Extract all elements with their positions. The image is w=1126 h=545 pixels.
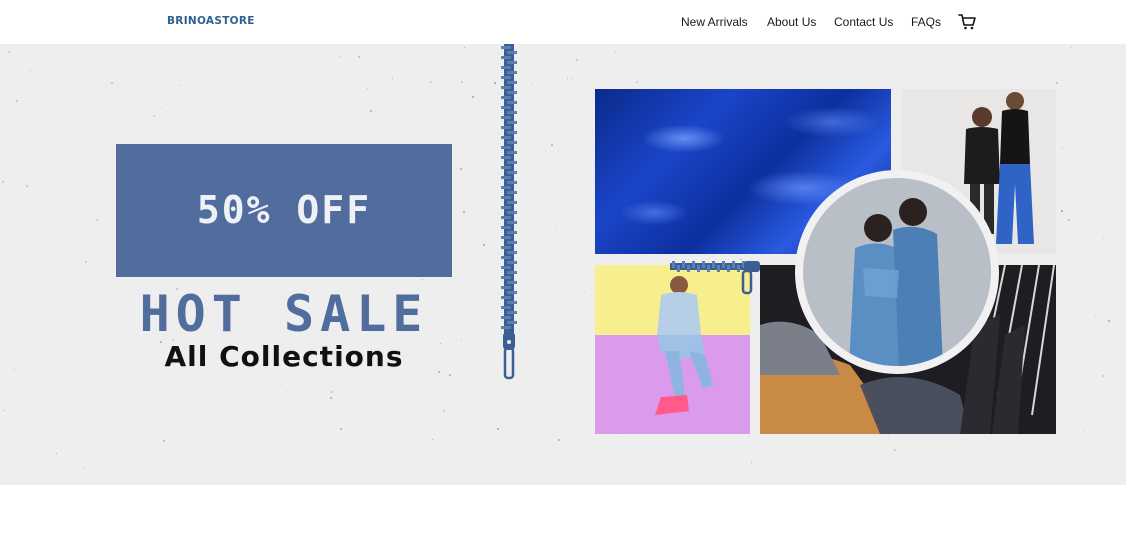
nav-faqs[interactable]: FAQs bbox=[911, 15, 941, 29]
nav-contact-us[interactable]: Contact Us bbox=[834, 15, 893, 29]
hot-sale-headline: HOT SALE bbox=[139, 285, 429, 343]
shopping-cart-icon[interactable] bbox=[958, 13, 976, 31]
discount-box: 50% OFF bbox=[116, 144, 452, 277]
nav-about-us[interactable]: About Us bbox=[767, 15, 816, 29]
page-footer-space bbox=[0, 485, 1126, 545]
all-collections-subheadline: All Collections bbox=[164, 340, 404, 373]
horizontal-zipper-icon bbox=[670, 261, 760, 295]
brand-logo[interactable]: BRINOASTORE bbox=[167, 15, 255, 27]
discount-text: 50% OFF bbox=[196, 188, 372, 232]
site-header: BRINOASTORE New Arrivals About Us Contac… bbox=[0, 0, 1126, 44]
nav-new-arrivals[interactable]: New Arrivals bbox=[681, 15, 748, 29]
denim-couple-circle-image bbox=[803, 178, 991, 366]
hero-banner: 50% OFF HOT SALE All Collections bbox=[0, 44, 1126, 485]
vertical-zipper-icon bbox=[501, 44, 517, 380]
